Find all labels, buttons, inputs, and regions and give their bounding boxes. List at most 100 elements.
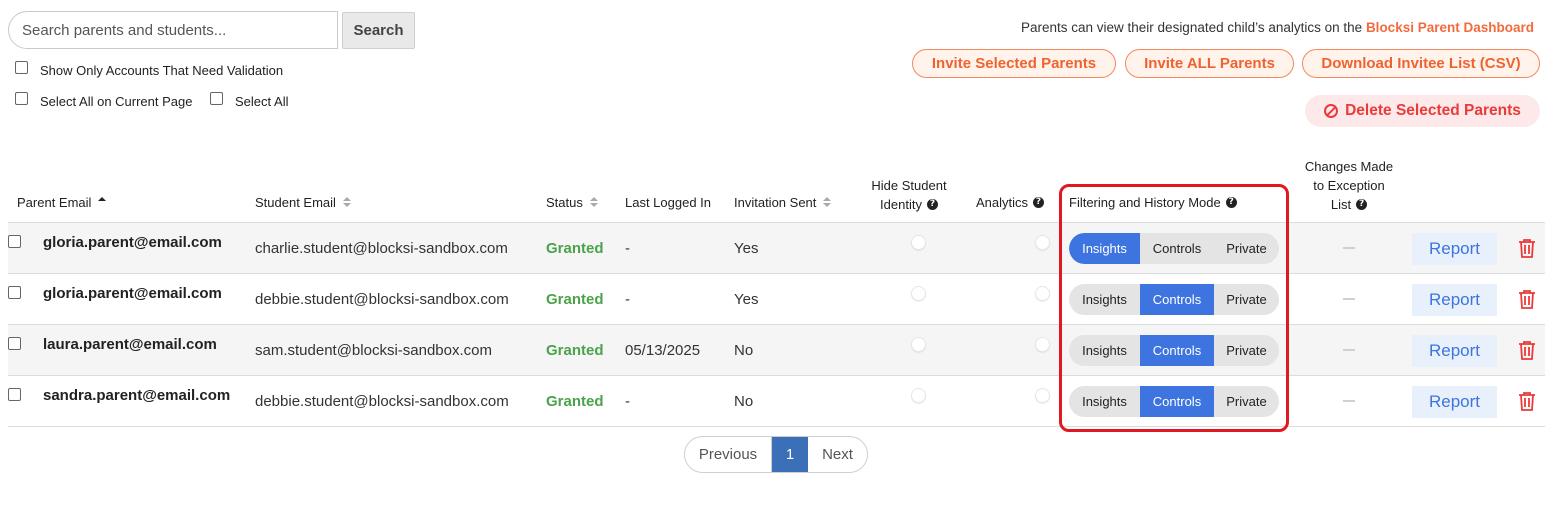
status-granted: Granted	[546, 341, 604, 359]
invitation-sent: No	[734, 341, 754, 359]
header-invitation-sent[interactable]: Invitation Sent	[734, 195, 832, 210]
select-all-filter[interactable]: Select All	[210, 92, 289, 109]
no-exception-changes	[1343, 349, 1355, 351]
mode-selector[interactable]: Insights Controls Private	[1069, 386, 1279, 417]
status-granted: Granted	[546, 290, 604, 308]
header-exception-line3: List	[1330, 197, 1352, 212]
status-granted: Granted	[546, 392, 604, 410]
hide-identity-toggle[interactable]	[911, 337, 926, 352]
student-email: charlie.student@blocksi-sandbox.com	[255, 239, 508, 257]
row-checkbox[interactable]	[8, 337, 21, 350]
no-exception-changes	[1343, 298, 1355, 300]
select-page-checkbox[interactable]	[15, 92, 28, 105]
mode-insights[interactable]: Insights	[1069, 233, 1140, 264]
current-page[interactable]: 1	[772, 437, 808, 472]
mode-controls[interactable]: Controls	[1140, 386, 1214, 417]
trash-icon[interactable]	[1518, 238, 1536, 258]
header-exception-list: Changes Made to Exception List?	[1298, 157, 1400, 214]
select-all-label: Select All	[235, 94, 289, 109]
parent-email: sandra.parent@email.com	[43, 387, 231, 404]
sort-icon	[823, 197, 832, 208]
trash-icon[interactable]	[1518, 289, 1536, 309]
notice-text: Parents can view their designated child’…	[1020, 20, 1366, 35]
help-icon[interactable]: ?	[1225, 197, 1237, 209]
previous-page-button[interactable]: Previous	[685, 437, 772, 472]
mode-selector[interactable]: Insights Controls Private	[1069, 233, 1279, 264]
hide-identity-toggle[interactable]	[911, 235, 926, 250]
help-icon[interactable]: ?	[926, 199, 938, 211]
report-button[interactable]: Report	[1412, 284, 1497, 316]
mode-insights[interactable]: Insights	[1069, 386, 1140, 417]
report-button[interactable]: Report	[1412, 335, 1497, 367]
invitation-sent: No	[734, 392, 754, 410]
header-hide-identity-line2: Identity	[880, 197, 922, 212]
select-page-filter[interactable]: Select All on Current Page	[15, 92, 192, 109]
validation-filter[interactable]: Show Only Accounts That Need Validation	[15, 61, 284, 78]
mode-private[interactable]: Private	[1214, 335, 1279, 366]
report-button[interactable]: Report	[1412, 386, 1497, 418]
hide-identity-toggle[interactable]	[911, 286, 926, 301]
row-checkbox[interactable]	[8, 388, 21, 401]
delete-selected-button[interactable]: Delete Selected Parents	[1305, 95, 1540, 127]
sort-icon	[589, 197, 598, 208]
last-logged-in: -	[625, 239, 630, 257]
no-exception-changes	[1343, 400, 1355, 402]
validation-filter-label: Show Only Accounts That Need Validation	[40, 63, 284, 78]
analytics-toggle[interactable]	[1035, 235, 1050, 250]
table-bottom-border	[8, 426, 1545, 427]
header-last-logged-in: Last Logged In	[625, 195, 711, 210]
mode-controls[interactable]: Controls	[1140, 284, 1214, 315]
header-student-email[interactable]: Student Email	[255, 195, 351, 210]
invite-selected-button[interactable]: Invite Selected Parents	[912, 49, 1116, 78]
mode-insights[interactable]: Insights	[1069, 284, 1140, 315]
help-icon[interactable]: ?	[1356, 199, 1368, 211]
mode-controls[interactable]: Controls	[1140, 233, 1214, 264]
header-hide-identity-line1: Hide Student	[871, 178, 947, 193]
header-analytics: Analytics?	[976, 195, 1045, 210]
download-invitees-button[interactable]: Download Invitee List (CSV)	[1302, 49, 1540, 78]
header-exception-line1: Changes Made	[1304, 159, 1394, 174]
analytics-toggle[interactable]	[1035, 286, 1050, 301]
last-logged-in: -	[625, 392, 630, 410]
row-checkbox[interactable]	[8, 286, 21, 299]
header-parent-email[interactable]: Parent Email	[17, 195, 107, 210]
help-icon[interactable]: ?	[1033, 197, 1045, 209]
report-button[interactable]: Report	[1412, 233, 1497, 265]
parent-dashboard-link[interactable]: Blocksi Parent Dashboard	[1366, 20, 1534, 35]
header-exception-line2: to Exception	[1313, 178, 1385, 193]
mode-private[interactable]: Private	[1214, 284, 1279, 315]
search-input[interactable]	[8, 11, 338, 49]
mode-insights[interactable]: Insights	[1069, 335, 1140, 366]
status-granted: Granted	[546, 239, 604, 257]
table-row: laura.parent@email.com sam.student@block…	[8, 325, 1545, 375]
next-page-button[interactable]: Next	[808, 437, 867, 472]
header-status[interactable]: Status	[546, 195, 598, 210]
header-filtering-mode: Filtering and History Mode?	[1069, 195, 1237, 210]
student-email: debbie.student@blocksi-sandbox.com	[255, 290, 509, 308]
mode-selector[interactable]: Insights Controls Private	[1069, 284, 1279, 315]
trash-icon[interactable]	[1518, 340, 1536, 360]
dashboard-notice: Parents can view their designated child’…	[1021, 20, 1534, 35]
header-invitation-sent-label: Invitation Sent	[734, 195, 817, 210]
header-student-email-label: Student Email	[255, 195, 336, 210]
trash-icon[interactable]	[1518, 391, 1536, 411]
pagination: Previous 1 Next	[684, 436, 868, 473]
mode-private[interactable]: Private	[1214, 233, 1279, 264]
invitation-sent: Yes	[734, 239, 759, 257]
student-email: sam.student@blocksi-sandbox.com	[255, 341, 492, 359]
validation-checkbox[interactable]	[15, 61, 28, 74]
hide-identity-toggle[interactable]	[911, 388, 926, 403]
analytics-toggle[interactable]	[1035, 337, 1050, 352]
mode-controls[interactable]: Controls	[1140, 335, 1214, 366]
invite-all-button[interactable]: Invite ALL Parents	[1125, 49, 1294, 78]
analytics-toggle[interactable]	[1035, 388, 1050, 403]
mode-selector[interactable]: Insights Controls Private	[1069, 335, 1279, 366]
parent-email: laura.parent@email.com	[43, 336, 217, 353]
select-all-checkbox[interactable]	[210, 92, 223, 105]
search-button[interactable]: Search	[342, 12, 415, 49]
row-checkbox[interactable]	[8, 235, 21, 248]
header-hide-identity: Hide Student Identity?	[860, 176, 958, 214]
ban-icon	[1324, 104, 1339, 118]
mode-private[interactable]: Private	[1214, 386, 1279, 417]
last-logged-in: -	[625, 290, 630, 308]
